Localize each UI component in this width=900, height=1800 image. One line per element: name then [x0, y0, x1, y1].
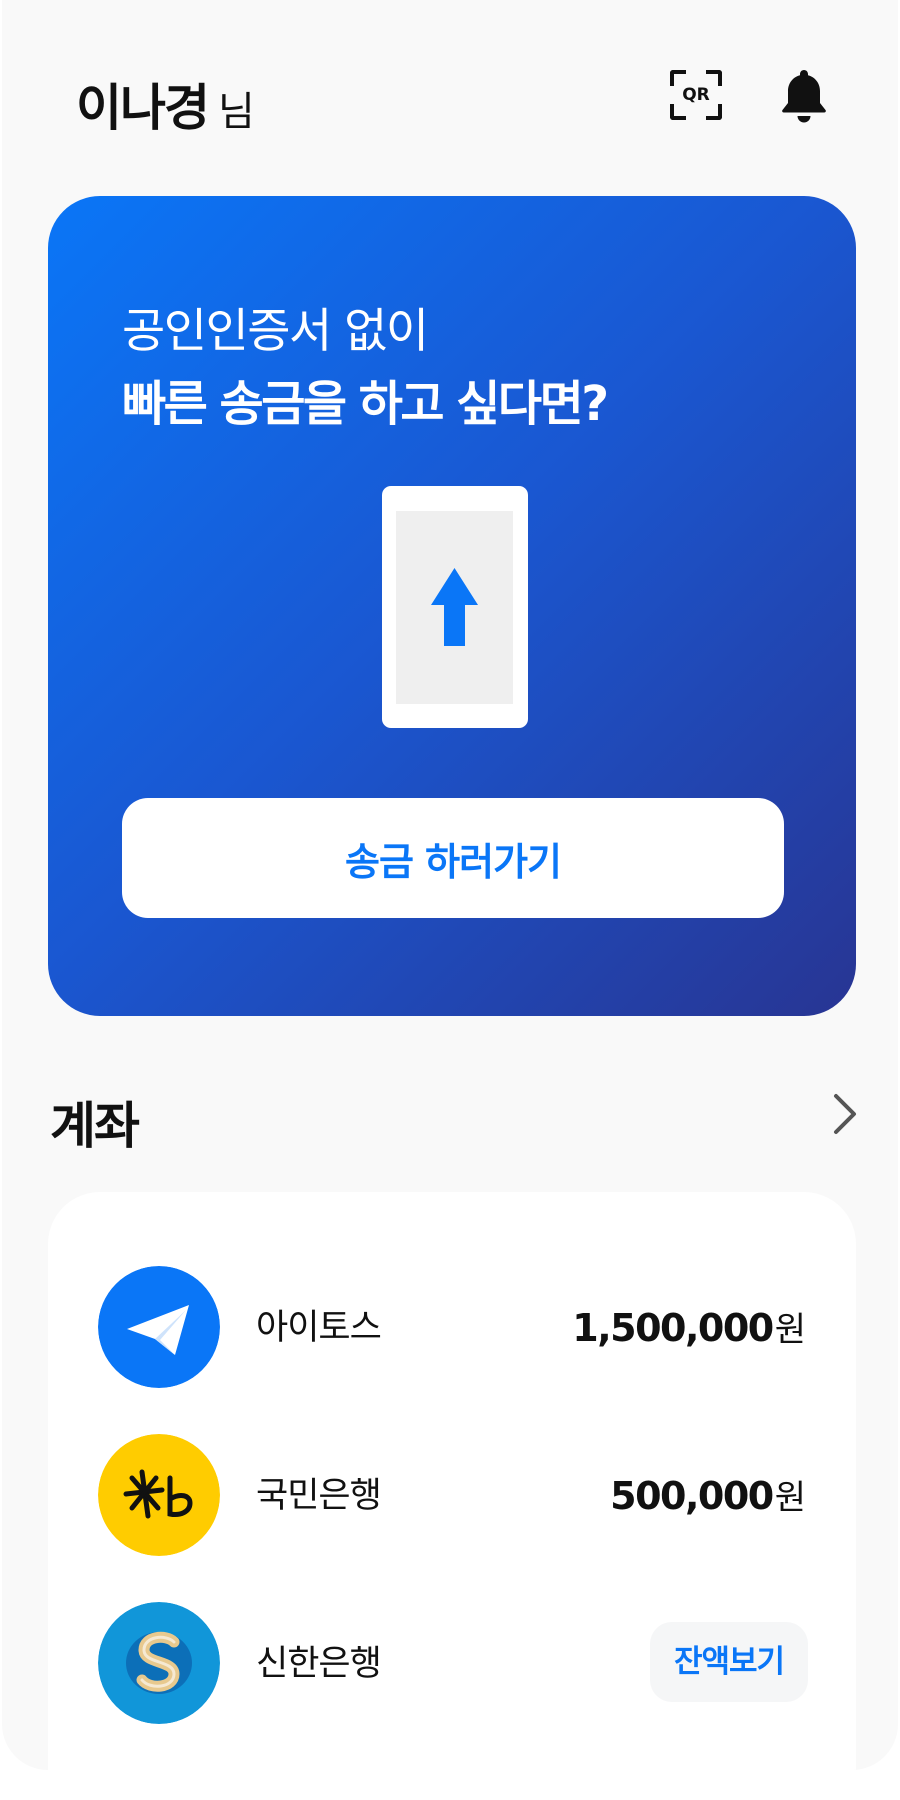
go-to-transfer-button[interactable]: 송금 하러가기: [122, 798, 784, 918]
notification-button[interactable]: [778, 66, 830, 126]
promo-subtitle: 공인인증서 없이: [122, 304, 429, 359]
header: 이나경 님 QR: [2, 0, 898, 190]
phone-upload-illustration: [382, 486, 528, 728]
user-name: 이나경: [76, 79, 210, 137]
account-name: 국민은행: [256, 1476, 382, 1516]
promo-title: 빠른 송금을 하고 싶다면?: [122, 376, 609, 432]
account-balance: 1,500,000원: [572, 1266, 806, 1390]
account-balance: 500,000원: [610, 1434, 806, 1558]
honorific: 님: [218, 89, 255, 135]
accounts-more-button[interactable]: [824, 1090, 864, 1138]
bank-logo: [98, 1434, 220, 1556]
accounts-list: 아이토스 1,500,000원 국민은행 500,000원 신한은행 잔액보기: [48, 1192, 856, 1770]
account-name: 신한은행: [256, 1644, 382, 1684]
balance-unit: 원: [774, 1310, 806, 1350]
account-row-kb[interactable]: 국민은행 500,000원: [48, 1434, 856, 1558]
transfer-promo-card: 공인인증서 없이 빠른 송금을 하고 싶다면? 송금 하러가기: [48, 196, 856, 1016]
greeting: 이나경 님: [76, 68, 255, 140]
qr-scan-button[interactable]: QR: [670, 70, 722, 120]
bank-logo: [98, 1266, 220, 1388]
balance-unit: 원: [774, 1478, 806, 1518]
paper-plane-icon: [98, 1266, 220, 1388]
account-name: 아이토스: [256, 1308, 382, 1348]
balance-amount: 1,500,000: [572, 1306, 774, 1350]
app-screen: 이나경 님 QR 공인인증서 없이 빠른 송금을 하고 싶다면? 송금 하러가기: [2, 0, 898, 1770]
chevron-right-icon: [834, 1094, 856, 1134]
view-balance-button[interactable]: 잔액보기: [650, 1622, 808, 1702]
account-row-shinhan[interactable]: 신한은행 잔액보기: [48, 1602, 856, 1726]
shinhan-bank-icon: [98, 1602, 220, 1724]
accounts-title: 계좌: [50, 1097, 140, 1155]
balance-amount: 500,000: [610, 1474, 774, 1518]
kb-bank-icon: [98, 1434, 220, 1556]
qr-icon: QR: [682, 85, 710, 105]
bell-icon: [782, 70, 826, 123]
account-row-itoss[interactable]: 아이토스 1,500,000원: [48, 1266, 856, 1390]
bank-logo: [98, 1602, 220, 1724]
